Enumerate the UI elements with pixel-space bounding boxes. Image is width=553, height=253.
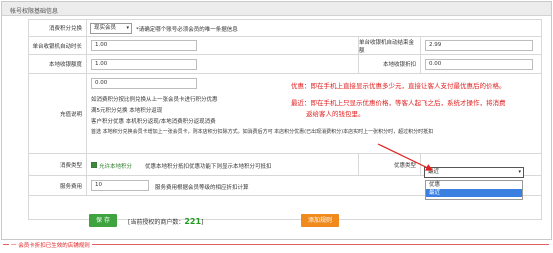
bottom-legend: 一 会员卡折扣已生效的店铺规则 (9, 241, 92, 249)
annotation-arrow (377, 143, 434, 171)
merchant-counter: [当前授权的商户数：221] (128, 217, 204, 226)
add-rule-button[interactable]: 添加规则 (301, 214, 339, 227)
bottom-section: 一 会员卡折扣已生效的店铺规则 (3, 241, 549, 253)
save-button[interactable]: 保 存 (89, 214, 117, 227)
merchant-count: 221 (184, 217, 202, 226)
